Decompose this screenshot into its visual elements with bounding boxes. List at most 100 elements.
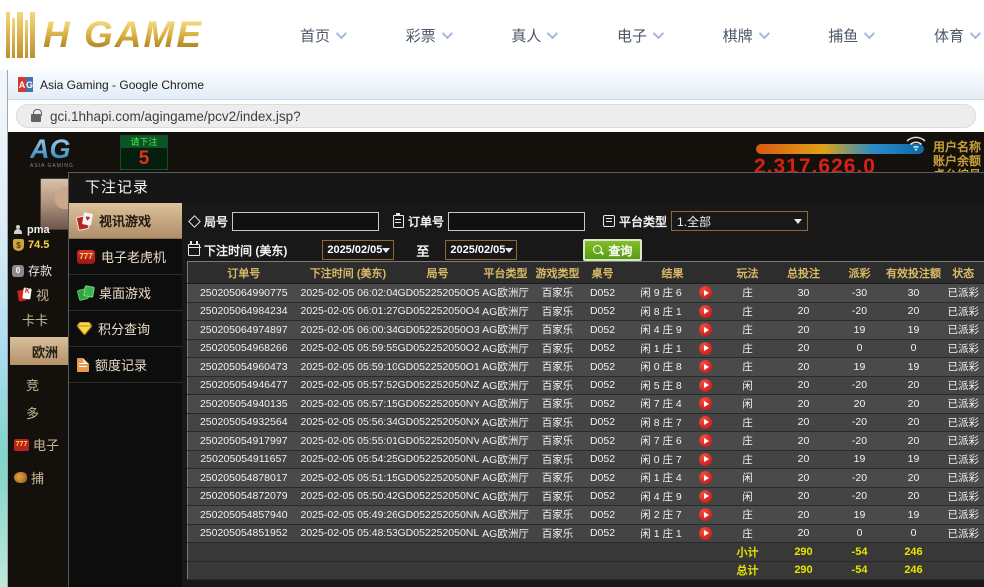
cell-play: 庄	[723, 506, 773, 525]
ag-favicon-icon: AG	[18, 77, 33, 92]
cell-play: 庄	[723, 413, 773, 432]
cell-time: 2025-02-05 06:01:27	[300, 302, 397, 321]
menu-item-points-query[interactable]: 积分查询	[69, 311, 182, 347]
play-video-button[interactable]	[699, 490, 712, 503]
cell-status: 已派彩	[943, 376, 984, 395]
bet-table-wrap: 订单号 下注时间 (美东) 局号 平台类型 游戏类型 桌号 结果 玩法 总投注	[187, 261, 984, 580]
play-video-button[interactable]	[699, 323, 712, 336]
grand-total-payout: -54	[835, 561, 885, 580]
result-text: 闲 7 庄 6	[624, 433, 699, 448]
cell-bet: 20	[773, 302, 835, 321]
date-from-picker[interactable]: 2025/02/05	[322, 240, 394, 260]
bet-table: 订单号 下注时间 (美东) 局号 平台类型 游戏类型 桌号 结果 玩法 总投注	[187, 261, 984, 580]
cell-game: 百家乐	[533, 413, 583, 432]
cell-round: GD052252050NP	[397, 469, 479, 488]
platform-select[interactable]: 1.全部	[671, 211, 808, 231]
play-video-button[interactable]	[699, 286, 712, 299]
platform-label: 平台类型	[619, 213, 667, 230]
cell-bet: 20	[773, 358, 835, 377]
cell-order: 250205054857940	[188, 506, 300, 525]
play-video-button[interactable]	[699, 527, 712, 540]
date-to-picker[interactable]: 2025/02/05	[445, 240, 517, 260]
cell-game: 百家乐	[533, 450, 583, 469]
query-button[interactable]: 查询	[583, 239, 642, 261]
table-row: 250205054932564 2025-02-05 05:56:34 GD05…	[188, 413, 984, 432]
nav-item-sports[interactable]: 体育	[934, 25, 978, 46]
nav-item-board[interactable]: 棋牌	[723, 25, 767, 46]
play-video-button[interactable]	[699, 379, 712, 392]
round-input[interactable]	[232, 212, 379, 231]
cell-table: D052	[583, 376, 623, 395]
cell-round: GD052252050NZ	[397, 376, 479, 395]
play-video-button[interactable]	[699, 397, 712, 410]
cell-play: 闲	[723, 469, 773, 488]
cell-payout: -20	[835, 487, 885, 506]
cell-status: 已派彩	[943, 432, 984, 451]
cell-bet: 20	[773, 395, 835, 414]
cell-status: 已派彩	[943, 321, 984, 340]
play-video-button[interactable]	[699, 416, 712, 429]
table-row: 250205064984234 2025-02-05 06:01:27 GD05…	[188, 302, 984, 321]
cell-payout: -20	[835, 432, 885, 451]
cell-status: 已派彩	[943, 302, 984, 321]
cell-order: 250205064974897	[188, 321, 300, 340]
chrome-toolbar: gci.1hhapi.com/agingame/pcv2/index.jsp?	[8, 100, 984, 132]
chrome-titlebar[interactable]: AG Asia Gaming - Google Chrome	[8, 70, 984, 100]
nav-item-fishing[interactable]: 捕鱼	[828, 25, 872, 46]
cell-game: 百家乐	[533, 469, 583, 488]
cell-time: 2025-02-05 05:56:34	[300, 413, 397, 432]
cell-time: 2025-02-05 06:02:04	[300, 284, 397, 303]
play-video-button[interactable]	[699, 508, 712, 521]
play-video-button[interactable]	[699, 342, 712, 355]
table-row: 250205054917997 2025-02-05 05:55:01 GD05…	[188, 432, 984, 451]
cell-bet: 20	[773, 450, 835, 469]
cell-table: D052	[583, 469, 623, 488]
cell-valid: 30	[885, 284, 943, 303]
menu-item-quota-records[interactable]: 额度记录	[69, 347, 182, 383]
cell-play: 闲	[723, 395, 773, 414]
cell-result: 闲 9 庄 6	[623, 284, 723, 303]
filter-row-2: 下注时间 (美东) 2025/02/05 至 2025/02/05 查询	[182, 238, 984, 262]
play-video-button[interactable]	[699, 434, 712, 447]
cell-play: 庄	[723, 339, 773, 358]
nav-item-slots[interactable]: 电子	[617, 25, 661, 46]
menu-item-video-games[interactable]: 视讯游戏	[69, 203, 182, 239]
play-video-button[interactable]	[699, 360, 712, 373]
chevron-down-icon	[441, 28, 452, 39]
list-icon	[603, 215, 615, 227]
table-row: 250205054878017 2025-02-05 05:51:15 GD05…	[188, 469, 984, 488]
play-video-button[interactable]	[699, 471, 712, 484]
diamond-icon	[77, 322, 92, 335]
col-valid: 有效投注额	[885, 262, 943, 284]
document-icon	[77, 358, 89, 372]
nav-label: 棋牌	[723, 25, 753, 46]
dropdown-arrow-icon	[382, 248, 390, 253]
nav-item-lottery[interactable]: 彩票	[406, 25, 450, 46]
result-text: 闲 0 庄 8	[624, 359, 699, 374]
address-bar[interactable]: gci.1hhapi.com/agingame/pcv2/index.jsp?	[16, 104, 976, 128]
logo-bars-icon	[6, 12, 37, 58]
nav-item-home[interactable]: 首页	[300, 25, 344, 46]
cell-order: 250205054872079	[188, 487, 300, 506]
cell-table: D052	[583, 524, 623, 543]
cell-time: 2025-02-05 05:54:25	[300, 450, 397, 469]
play-video-button[interactable]	[699, 305, 712, 318]
cell-table: D052	[583, 506, 623, 525]
cell-bet: 20	[773, 432, 835, 451]
bet-records-modal: 下注记录 视讯游戏 777 电子老虎机 桌面游戏	[68, 172, 984, 587]
cell-platform: AG欧洲厅	[479, 413, 533, 432]
dropdown-arrow-icon	[794, 219, 802, 224]
order-input[interactable]	[448, 212, 585, 231]
menu-item-table-games[interactable]: 桌面游戏	[69, 275, 182, 311]
menu-item-slot-machines[interactable]: 777 电子老虎机	[69, 239, 182, 275]
cell-bet: 20	[773, 524, 835, 543]
bet-table-totals: 小计 290 -54 246 总计 290	[188, 543, 984, 580]
cell-play: 庄	[723, 321, 773, 340]
cell-round: GD052252050NO	[397, 487, 479, 506]
col-order: 订单号	[188, 262, 300, 284]
nav-item-live[interactable]: 真人	[511, 25, 555, 46]
cell-round: GD052252050NY	[397, 395, 479, 414]
cell-status: 已派彩	[943, 487, 984, 506]
play-video-button[interactable]	[699, 453, 712, 466]
cell-round: GD052252050O1	[397, 358, 479, 377]
